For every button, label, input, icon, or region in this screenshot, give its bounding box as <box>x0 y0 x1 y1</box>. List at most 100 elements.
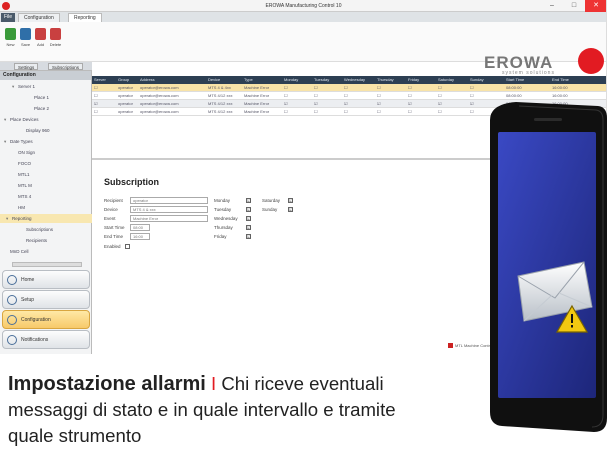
tab-reporting[interactable]: Reporting <box>68 13 102 22</box>
table-cell: Machine Error <box>244 85 270 90</box>
form-row: Start Time 08:00 <box>104 224 194 232</box>
tree-item-label: MTL M <box>18 183 32 188</box>
tab-subscriptions[interactable]: Subscriptions <box>48 63 84 70</box>
table-cell: operator <box>118 101 133 106</box>
column-header[interactable]: Type <box>244 76 253 84</box>
table-cell: ☐ <box>438 109 442 114</box>
table-cell: MTS 4/12 xxx <box>208 101 233 106</box>
table-cell: operator@erowa.com <box>140 85 179 90</box>
nav-button[interactable]: Setup <box>2 290 90 309</box>
caption-line-1: Chi riceve eventuali <box>216 373 384 394</box>
column-header[interactable]: End Time <box>552 76 569 84</box>
tree-item[interactable]: Subscriptions <box>20 225 53 234</box>
table-row[interactable]: ☐ operator operator@erowa.com MTS 4/12 xxx M… <box>92 92 606 100</box>
table-cell: ☐ <box>344 109 348 114</box>
column-header[interactable]: Thursday <box>377 76 394 84</box>
tree-item[interactable]: ON Sign <box>12 148 35 157</box>
table-cell: ☐ <box>344 93 348 98</box>
tab-configuration[interactable]: Configuration <box>18 13 60 22</box>
enabled-checkbox[interactable] <box>124 244 130 250</box>
column-header[interactable]: Group <box>118 76 129 84</box>
column-header[interactable]: Start Time <box>506 76 524 84</box>
title-bar: EROWA Manufacturing Control 10 – □ ✕ <box>0 0 606 12</box>
tree-item[interactable]: MTL1 <box>12 170 30 179</box>
table-cell: ☐ <box>314 109 318 114</box>
window-title: EROWA Manufacturing Control 10 <box>265 3 342 9</box>
form-field[interactable]: 08:00 <box>130 224 150 231</box>
close-button[interactable]: ✕ <box>585 0 606 12</box>
new-button[interactable]: New <box>4 28 17 47</box>
column-header[interactable]: Sunday <box>470 76 484 84</box>
table-cell: ☐ <box>94 85 98 90</box>
tree-item[interactable]: HM <box>12 203 25 212</box>
tree-item[interactable]: MnD Cell <box>4 247 29 256</box>
column-header[interactable]: Address <box>140 76 155 84</box>
tree-item-label: Place 2 <box>34 106 50 111</box>
column-header[interactable]: Saturday <box>438 76 454 84</box>
tree-item[interactable]: FOCO <box>12 159 31 168</box>
column-header[interactable]: Server <box>94 76 106 84</box>
add-icon <box>35 28 46 40</box>
tree-item[interactable]: ▾ Date Types <box>4 137 33 146</box>
tree-item[interactable]: ▾ Reporting <box>0 214 92 223</box>
table-cell: ☐ <box>408 85 412 90</box>
form-label: End Time <box>104 234 124 239</box>
maximize-button[interactable]: □ <box>563 0 585 12</box>
nav-button[interactable]: Notifications <box>2 330 90 349</box>
table-cell: ☐ <box>284 93 288 98</box>
table-cell: ☑ <box>408 101 412 106</box>
form-field[interactable]: operator <box>130 197 208 204</box>
column-header[interactable]: Device <box>208 76 220 84</box>
tree-item[interactable]: Place 1 <box>28 93 49 102</box>
minimize-button[interactable]: – <box>541 0 563 12</box>
speaker-icon <box>534 118 562 121</box>
table-row[interactable]: ☐ operator operator@erowa.com MTS 4 & 4xx Ma… <box>92 84 606 92</box>
column-header[interactable]: Tuesday <box>314 76 329 84</box>
table-cell: ☐ <box>314 93 318 98</box>
column-header[interactable]: Monday <box>284 76 298 84</box>
horizontal-scrollbar[interactable] <box>12 262 82 267</box>
table-cell: MTS 4/12 xxx <box>208 93 233 98</box>
form-field[interactable]: MTS 4 & xxx <box>130 206 208 213</box>
day-checkbox[interactable]: ☑ <box>246 198 251 204</box>
day-checkbox[interactable]: ☑ <box>246 225 251 231</box>
table-cell: 16:00:00 <box>552 85 568 90</box>
table-cell: operator@erowa.com <box>140 101 179 106</box>
day-checkbox[interactable]: ☑ <box>288 198 293 204</box>
save-button[interactable]: Save <box>19 28 32 47</box>
table-cell: ☐ <box>284 109 288 114</box>
nav-button[interactable]: Home <box>2 270 90 289</box>
day-checkbox[interactable]: ☑ <box>246 207 251 213</box>
tree-item[interactable]: ▾ Place Devices <box>4 115 39 124</box>
delete-button[interactable]: Delete <box>49 28 62 47</box>
nav-button[interactable]: Configuration <box>2 310 90 329</box>
table-cell: ☐ <box>470 109 474 114</box>
status-bar: MTL Machine Control <box>448 343 493 349</box>
add-button[interactable]: Add <box>34 28 47 47</box>
day-row: Saturday ☑ <box>262 197 293 205</box>
tab-settings[interactable]: Settings <box>14 63 39 70</box>
column-header[interactable]: Friday <box>408 76 419 84</box>
tree-item-label: MTS 4 <box>18 194 32 199</box>
column-header[interactable]: Wednesday <box>344 76 365 84</box>
day-row: Sunday ☑ <box>262 206 293 214</box>
file-menu-button[interactable]: File <box>1 13 15 22</box>
form-field[interactable]: 16:00 <box>130 233 150 240</box>
form-field[interactable]: Machine Error <box>130 215 208 222</box>
tree-item[interactable]: Place 2 <box>28 104 49 113</box>
day-checkbox[interactable]: ☑ <box>288 207 293 213</box>
tree-item[interactable]: MTL M <box>12 181 32 190</box>
toolbar: New Save Add Delete EROWA system solutio… <box>0 22 606 76</box>
day-checkbox[interactable]: ☑ <box>246 216 251 222</box>
table-cell: Machine Error <box>244 93 270 98</box>
tree-item[interactable]: MTS 4 <box>12 192 31 201</box>
tree-item[interactable]: Display 960 <box>20 126 50 135</box>
panel-tabs: Settings Subscriptions <box>0 62 92 71</box>
tree-item[interactable]: ▾ Server 1 <box>12 82 35 91</box>
nav-icon <box>7 275 17 285</box>
form-label: Event <box>104 216 116 221</box>
caption: Impostazione allarmi I Chi riceve eventu… <box>8 371 493 449</box>
day-checkbox[interactable]: ☑ <box>246 234 251 240</box>
tree-item[interactable]: Recipients <box>20 236 47 245</box>
table-cell: ☐ <box>94 93 98 98</box>
